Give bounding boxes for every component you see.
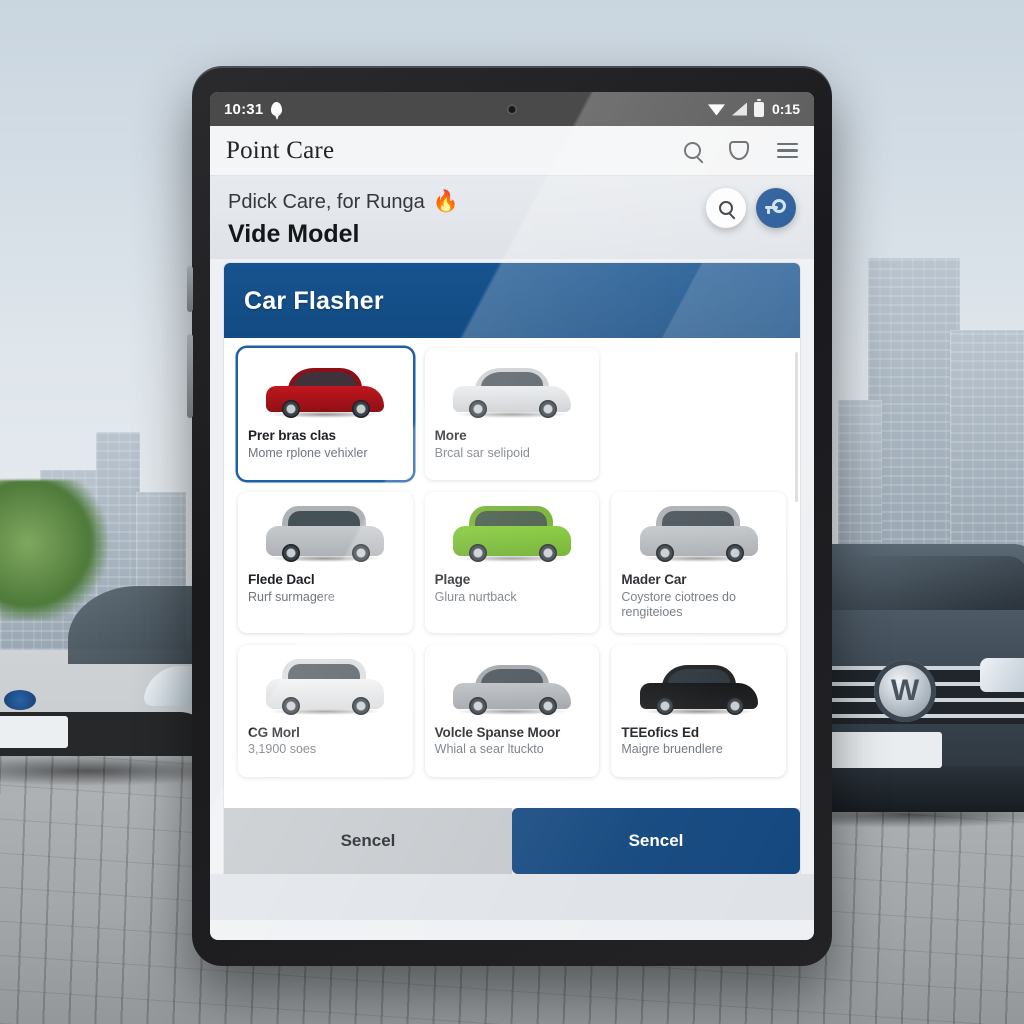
car-card-empty — [611, 348, 786, 480]
car-card-title: Volcle Spanse Moor — [434, 724, 561, 740]
car-card[interactable]: Flede Dacl Rurf surmagere — [238, 492, 413, 633]
car-card-description: Brcal sar selipoid — [434, 445, 530, 460]
hero-eyebrow: Pdick Care, for Runga — [228, 190, 425, 213]
car-thumbnail — [435, 358, 590, 420]
car-card[interactable]: Mader Car Coystore ciotroes do rengiteioe… — [611, 492, 786, 633]
hero-header: Pdick Care, for Runga 🔥 Vide Model — [210, 176, 814, 259]
car-card-title: Plage — [434, 572, 471, 587]
car-card-description: Rurf surmagere — [248, 589, 335, 604]
car-card-description: Glura nurtback — [434, 589, 517, 604]
car-card-title: Prer bras clas — [248, 428, 336, 443]
car-card-title: CG Morl — [248, 724, 300, 740]
cellular-signal-icon — [731, 102, 747, 116]
car-selection-dialog: Car Flasher Prer bras clas Mome rplone ve… — [224, 263, 800, 874]
car-grid-container[interactable]: Prer bras clas Mome rplone vehixler More Br… — [224, 338, 800, 808]
car-card-description: Maigre bruendlere — [621, 742, 723, 757]
vertical-scrollbar[interactable] — [795, 352, 798, 502]
car-card-description: Whial a sear ltuckto — [434, 742, 544, 757]
floating-action-buttons — [706, 188, 796, 228]
app-bar: Point Care — [210, 126, 814, 176]
car-card[interactable]: Prer bras clas Mome rplone vehixler — [238, 348, 413, 480]
car-card-description: 3,1900 soes — [248, 742, 317, 757]
car-card-title: Flede Dacl — [248, 572, 315, 587]
battery-text: 0:15 — [771, 101, 800, 117]
car-thumbnail — [435, 502, 590, 564]
car-card-description: Mome rplone vehixler — [248, 445, 368, 460]
car-card[interactable]: CG Morl 3,1900 soes — [238, 644, 413, 777]
screen-bottom-area — [210, 874, 814, 920]
car-thumbnail — [435, 655, 590, 717]
car-card[interactable]: Volcle Spanse Moor Whial a sear ltuckto — [424, 644, 600, 777]
car-thumbnail — [621, 502, 776, 564]
car-card-title: TEEofics Ed — [621, 724, 699, 740]
fab-search-button[interactable] — [706, 188, 746, 228]
car-card-title: More — [434, 428, 467, 443]
volume-button[interactable] — [187, 266, 193, 312]
tablet-screen: 10:31 0:15 Point Care Pdick Care, for Ru… — [210, 92, 814, 940]
key-icon — [765, 199, 787, 217]
cancel-button[interactable]: Sencel — [224, 808, 512, 874]
flame-icon: 🔥 — [432, 190, 459, 213]
car-card-title: Mader Car — [621, 572, 687, 587]
bag-icon[interactable] — [729, 141, 749, 160]
car-grid: Prer bras clas Mome rplone vehixler More Br… — [238, 348, 786, 777]
car-card[interactable]: TEEofics Ed Maigre bruendlere — [611, 644, 786, 777]
search-icon — [719, 201, 733, 215]
front-camera — [508, 105, 516, 113]
confirm-button[interactable]: Sencel — [512, 808, 800, 874]
location-pin-icon — [271, 102, 283, 120]
dialog-header: Car Flasher — [224, 263, 800, 338]
power-button[interactable] — [187, 334, 193, 418]
battery-icon — [753, 98, 764, 117]
vw-logo-icon — [874, 660, 936, 722]
status-bar: 10:31 0:15 — [210, 92, 814, 126]
fab-key-button[interactable] — [756, 188, 796, 228]
car-thumbnail — [621, 655, 776, 717]
tablet-device: 10:31 0:15 Point Care Pdick Care, for Ru… — [187, 62, 836, 970]
car-thumbnail — [248, 502, 403, 564]
car-thumbnail — [248, 358, 403, 420]
header-glare — [600, 263, 800, 338]
car-card-description: Coystore ciotroes do rengiteioes — [621, 589, 736, 620]
search-icon[interactable] — [684, 142, 701, 159]
app-title: Point Care — [226, 136, 335, 164]
status-clock: 10:31 — [224, 100, 264, 118]
dialog-actions: Sencel Sencel — [224, 808, 800, 874]
car-card[interactable]: Plage Glura nurtback — [424, 492, 600, 633]
scene: 10:31 0:15 Point Care — [0, 0, 1024, 1024]
car-thumbnail — [248, 655, 403, 717]
car-card[interactable]: More Brcal sar selipoid — [424, 348, 600, 480]
hamburger-menu-icon[interactable] — [777, 142, 798, 159]
wifi-icon — [707, 104, 725, 116]
